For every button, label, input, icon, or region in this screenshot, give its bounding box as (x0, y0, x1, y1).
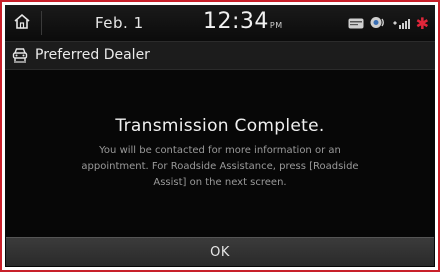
page-title: Preferred Dealer (35, 47, 150, 63)
card-icon (348, 14, 364, 33)
home-button[interactable] (5, 5, 39, 41)
home-icon (13, 13, 31, 34)
device-frame: Feb. 1 12:34PM ✱ Preferred Dealer Transm… (0, 0, 440, 272)
status-date: Feb. 1 (95, 14, 144, 32)
status-divider (41, 11, 42, 35)
ok-button[interactable]: OK (6, 237, 434, 266)
signal-icon (392, 14, 410, 33)
head-unit-screen: Feb. 1 12:34PM ✱ Preferred Dealer Transm… (5, 5, 435, 267)
message-body: You will be contacted for more informati… (81, 145, 359, 188)
status-ampm: PM (269, 21, 283, 30)
sound-icon (370, 14, 386, 33)
status-time-value: 12:34 (203, 9, 269, 34)
bluetooth-star-icon: ✱ (415, 13, 429, 33)
car-dealer-icon (11, 46, 29, 68)
status-time: 12:34PM (203, 9, 283, 34)
status-bar: Feb. 1 12:34PM ✱ (5, 5, 435, 41)
message-title: Transmission Complete. (115, 116, 325, 136)
status-icons: ✱ (348, 14, 429, 33)
title-bar: Preferred Dealer (5, 41, 435, 70)
